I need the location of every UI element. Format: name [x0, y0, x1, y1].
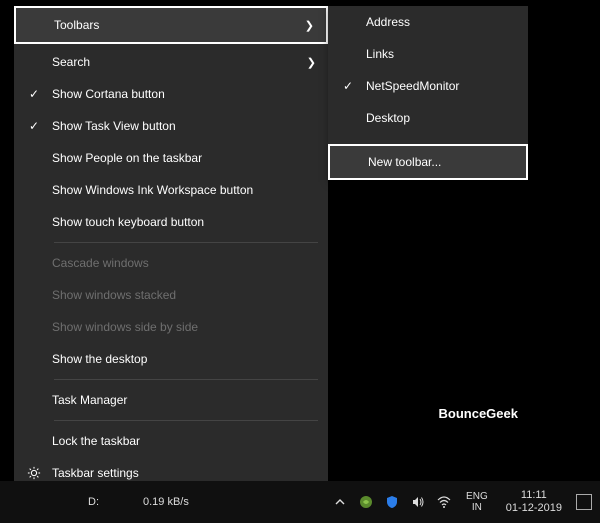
lang-bottom: IN: [466, 502, 488, 513]
submenu-arrow-icon: ❯: [302, 56, 316, 69]
menu-label: Lock the taskbar: [46, 434, 316, 448]
nvidia-icon[interactable]: [358, 494, 374, 510]
menu-label: Toolbars: [48, 18, 300, 32]
menu-label: Show windows side by side: [46, 320, 316, 334]
checkmark-icon: ✓: [336, 79, 360, 93]
gear-icon: [22, 466, 46, 480]
taskbar-left: D: 0.19 kB/s: [8, 496, 326, 508]
menu-label: Show windows stacked: [46, 288, 316, 302]
menu-label: Task Manager: [46, 393, 316, 407]
menu-item-stacked: Show windows stacked: [14, 279, 328, 311]
system-tray: ENG IN 11:11 01-12-2019: [332, 489, 592, 515]
watermark-text: BounceGeek: [439, 406, 518, 421]
taskbar[interactable]: D: 0.19 kB/s ENG IN 11:11 01-12-2019: [0, 481, 600, 523]
toolbars-submenu: Address Links ✓ NetSpeedMonitor Desktop …: [328, 6, 528, 180]
drive-label[interactable]: D:: [8, 496, 99, 508]
menu-label: Search: [46, 55, 302, 69]
menu-item-sidebyside: Show windows side by side: [14, 311, 328, 343]
clock-date: 01-12-2019: [506, 502, 562, 515]
menu-label: New toolbar...: [362, 155, 514, 169]
submenu-arrow-icon: ❯: [300, 19, 314, 32]
clock[interactable]: 11:11 01-12-2019: [502, 489, 566, 515]
checkmark-icon: ✓: [22, 87, 46, 101]
menu-item-show-touch-keyboard[interactable]: Show touch keyboard button: [14, 206, 328, 238]
menu-label: Cascade windows: [46, 256, 316, 270]
netspeed-indicator[interactable]: 0.19 kB/s: [113, 496, 189, 508]
action-center-icon[interactable]: [576, 494, 592, 510]
tray-chevron-icon[interactable]: [332, 494, 348, 510]
language-indicator[interactable]: ENG IN: [462, 491, 492, 513]
menu-separator: [54, 379, 318, 380]
submenu-item-address[interactable]: Address: [328, 6, 528, 38]
menu-item-lock-taskbar[interactable]: Lock the taskbar: [14, 425, 328, 457]
menu-item-show-desktop[interactable]: Show the desktop: [14, 343, 328, 375]
taskbar-context-menu: Toolbars ❯ Search ❯ ✓ Show Cortana butto…: [14, 6, 328, 489]
volume-icon[interactable]: [410, 494, 426, 510]
menu-item-show-people[interactable]: Show People on the taskbar: [14, 142, 328, 174]
menu-label: Show People on the taskbar: [46, 151, 316, 165]
menu-label: Show touch keyboard button: [46, 215, 316, 229]
menu-item-show-ink[interactable]: Show Windows Ink Workspace button: [14, 174, 328, 206]
wifi-icon[interactable]: [436, 494, 452, 510]
menu-item-task-manager[interactable]: Task Manager: [14, 384, 328, 416]
submenu-item-netspeedmonitor[interactable]: ✓ NetSpeedMonitor: [328, 70, 528, 102]
menu-label: Taskbar settings: [46, 466, 316, 480]
submenu-item-new-toolbar[interactable]: New toolbar...: [328, 144, 528, 180]
menu-item-toolbars[interactable]: Toolbars ❯: [14, 6, 328, 44]
menu-label: NetSpeedMonitor: [360, 79, 516, 93]
clock-time: 11:11: [506, 489, 562, 502]
lang-top: ENG: [466, 491, 488, 502]
menu-label: Links: [360, 47, 516, 61]
menu-label: Address: [360, 15, 516, 29]
menu-item-show-taskview[interactable]: ✓ Show Task View button: [14, 110, 328, 142]
menu-label: Show the desktop: [46, 352, 316, 366]
menu-label: Show Windows Ink Workspace button: [46, 183, 316, 197]
menu-label: Show Task View button: [46, 119, 316, 133]
submenu-item-links[interactable]: Links: [328, 38, 528, 70]
menu-label: Show Cortana button: [46, 87, 316, 101]
checkmark-icon: ✓: [22, 119, 46, 133]
menu-item-cascade: Cascade windows: [14, 247, 328, 279]
menu-separator: [54, 420, 318, 421]
menu-label: Desktop: [360, 111, 516, 125]
security-icon[interactable]: [384, 494, 400, 510]
menu-separator: [54, 242, 318, 243]
menu-item-show-cortana[interactable]: ✓ Show Cortana button: [14, 78, 328, 110]
submenu-item-desktop[interactable]: Desktop: [328, 102, 528, 134]
menu-item-search[interactable]: Search ❯: [14, 46, 328, 78]
